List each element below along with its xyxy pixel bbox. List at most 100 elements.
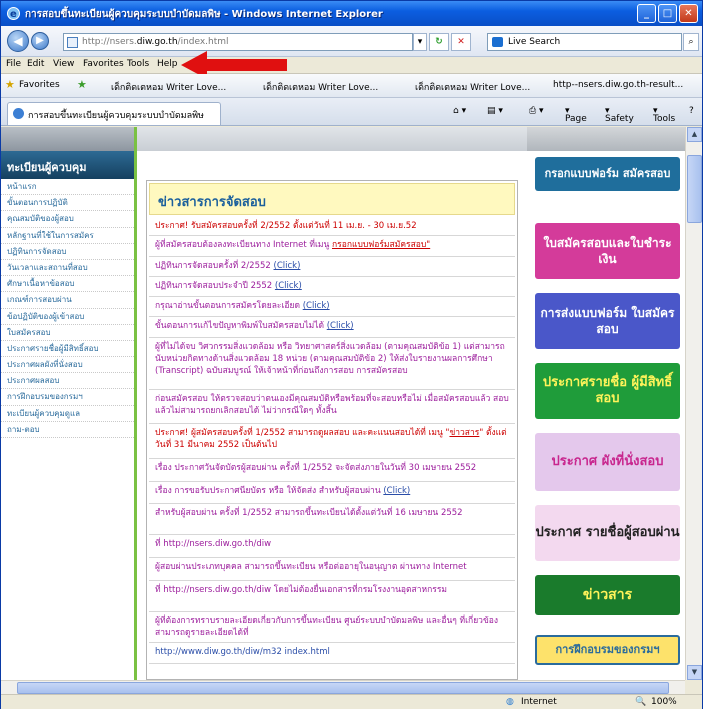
news-item-text: ที่ http://nsers.diw.go.th/diw โดยไม่ต้อ… bbox=[155, 585, 447, 595]
favorites-link-2[interactable]: เด็กติดเตหอม Writer Love... bbox=[263, 80, 378, 94]
tools-menu[interactable]: Tools ▾ bbox=[653, 106, 675, 124]
news-item-text: กรุณาอ่านขั้นตอนการสมัครโดยละเอียด bbox=[155, 301, 303, 311]
maximize-button[interactable]: □ bbox=[658, 4, 677, 23]
search-input[interactable]: Live Search bbox=[487, 33, 682, 51]
news-item-text: ผู้สอบผ่านประเภทบุคคล สามารถขึ้นทะเบียน … bbox=[155, 562, 467, 572]
help-icon[interactable]: ? bbox=[689, 106, 694, 116]
refresh-icon[interactable]: ↻ bbox=[429, 33, 449, 51]
tools-menu-label: Tools bbox=[653, 114, 676, 124]
news-item: ปฏิทินการจัดสอบประจำปี 2552 (Click) bbox=[149, 278, 515, 297]
url-input[interactable]: http://nsers.diw.go.th/index.html bbox=[63, 33, 413, 51]
add-favorite-icon[interactable]: ★ bbox=[77, 78, 87, 91]
favorites-label[interactable]: Favorites bbox=[19, 80, 60, 90]
sidebar-item[interactable]: ขั้นตอนการปฏิบัติ bbox=[1, 195, 134, 212]
sidebar-item[interactable]: ปฏิทินการจัดสอบ bbox=[1, 244, 134, 260]
news-item-link[interactable]: ข่าวสาร bbox=[449, 428, 479, 438]
news-item: ปฏิทินการจัดสอบครั้งที่ 2/2552 (Click) bbox=[149, 258, 515, 277]
vertical-scroll-thumb[interactable] bbox=[687, 155, 702, 223]
right-top-band bbox=[527, 127, 685, 151]
vertical-scrollbar[interactable]: ▲ ▼ bbox=[685, 127, 702, 680]
menu-favorites[interactable]: Favorites bbox=[83, 59, 124, 69]
stop-icon[interactable]: ✕ bbox=[451, 33, 471, 51]
banner-link[interactable]: ใบสมัครสอบและใบชำระเงิน bbox=[535, 223, 680, 279]
window-title: การสอบขึ้นทะเบียนผู้ควบคุมระบบบำบัดมลพิษ… bbox=[25, 9, 383, 20]
forward-button[interactable]: ▶ bbox=[31, 32, 49, 50]
right-banners: กรอกแบบฟอร์ม สมัครสอบใบสมัครสอบและใบชำระ… bbox=[527, 127, 685, 680]
nav-heading: ทะเบียนผู้ควบคุม bbox=[1, 151, 134, 179]
close-button[interactable]: ✕ bbox=[679, 4, 698, 23]
back-button[interactable]: ◀ bbox=[7, 30, 29, 52]
banner-link[interactable]: ข่าวสาร bbox=[535, 575, 680, 615]
tab-label: การสอบขึ้นทะเบียนผู้ควบคุมระบบบำบัดมลพิษ bbox=[28, 111, 204, 121]
title-bar[interactable]: e การสอบขึ้นทะเบียนผู้ควบคุมระบบบำบัดมลพ… bbox=[1, 1, 702, 26]
horizontal-scroll-thumb[interactable] bbox=[17, 682, 669, 694]
sidebar-item[interactable]: ถาม-ตอบ bbox=[1, 422, 134, 438]
search-icon[interactable]: ⌕ bbox=[683, 33, 699, 51]
safety-menu[interactable]: Safety ▾ bbox=[605, 106, 634, 124]
url-suffix: /index.html bbox=[177, 37, 229, 47]
scroll-up-icon[interactable]: ▲ bbox=[687, 127, 702, 142]
mid-top-band bbox=[137, 127, 527, 151]
news-item: ผู้ที่ต้องการทราบรายละเอียดเกี่ยวกับการข… bbox=[149, 613, 515, 643]
home-icon[interactable]: ⌂ ▾ bbox=[453, 106, 466, 116]
news-item-link[interactable]: กรอกแบบฟอร์มสมัครสอบ" bbox=[332, 240, 430, 250]
url-domain: diw.go.th bbox=[136, 37, 178, 47]
news-item-link[interactable]: (Click) bbox=[275, 281, 302, 291]
menu-help[interactable]: Help bbox=[157, 59, 178, 69]
url-dropdown-button[interactable]: ▾ bbox=[413, 33, 427, 51]
zoom-icon[interactable]: 🔍 bbox=[635, 697, 646, 707]
safety-menu-label: Safety bbox=[605, 114, 634, 124]
news-item-text: ผู้ที่ต้องการทราบรายละเอียดเกี่ยวกับการข… bbox=[155, 616, 499, 638]
menu-edit[interactable]: Edit bbox=[27, 59, 44, 69]
sidebar-item[interactable]: คุณสมบัติของผู้สอบ bbox=[1, 211, 134, 228]
favorites-link-4[interactable]: http--nsers.diw.go.th-result... bbox=[553, 80, 683, 90]
banner-link[interactable]: ประกาศ รายชื่อผู้สอบผ่าน bbox=[535, 505, 680, 561]
news-item: http://www.diw.go.th/diw/m32 index.html bbox=[149, 644, 515, 664]
favorites-link-1[interactable]: เด็กติดเตหอม Writer Love... bbox=[111, 80, 226, 94]
main-column: ข่าวสารการจัดสอบ ประกาศ! รับสมัครสอบครั้… bbox=[137, 127, 527, 680]
zoom-level[interactable]: 100% bbox=[651, 697, 677, 707]
minimize-button[interactable]: _ bbox=[637, 4, 656, 23]
news-item-text: http://www.diw.go.th/diw/m32 index.html bbox=[155, 647, 330, 657]
favorites-link-3[interactable]: เด็กติดเตหอม Writer Love... bbox=[415, 80, 530, 94]
news-item-link[interactable]: (Click) bbox=[327, 321, 354, 331]
sidebar-item[interactable]: เกณฑ์การสอบผ่าน bbox=[1, 292, 134, 309]
sidebar-item[interactable]: หน้าแรก bbox=[1, 179, 134, 196]
news-item-link[interactable]: (Click) bbox=[383, 486, 410, 496]
menu-tools[interactable]: Tools bbox=[127, 59, 149, 69]
sidebar-item[interactable]: ประกาศผลสอบ bbox=[1, 373, 134, 390]
sidebar-item[interactable]: วันเวลาและสถานที่สอบ bbox=[1, 260, 134, 277]
banner-link[interactable]: การส่งแบบฟอร์ม ใบสมัครสอบ bbox=[535, 293, 680, 349]
sidebar-item[interactable]: หลักฐานที่ใช้ในการสมัคร bbox=[1, 228, 134, 244]
menu-bar: File Edit View Favorites Tools Help bbox=[1, 57, 702, 74]
banner-link[interactable]: ประกาศ ผังที่นั่งสอบ bbox=[535, 433, 680, 491]
sidebar-item[interactable]: ประกาศรายชื่อผู้มีสิทธิ์สอบ bbox=[1, 341, 134, 358]
ie-logo-icon: e bbox=[6, 6, 21, 21]
sidebar-item[interactable]: การฝึกอบรมของกรมฯ bbox=[1, 389, 134, 406]
menu-view[interactable]: View bbox=[53, 59, 74, 69]
banner-link[interactable]: กรอกแบบฟอร์ม สมัครสอบ bbox=[535, 157, 680, 191]
news-item: กรุณาอ่านขั้นตอนการสมัครโดยละเอียด (Clic… bbox=[149, 298, 515, 317]
scroll-down-icon[interactable]: ▼ bbox=[687, 665, 702, 680]
sidebar-item[interactable]: ข้อปฏิบัติของผู้เข้าสอบ bbox=[1, 309, 134, 325]
tab-page-icon bbox=[13, 108, 24, 119]
banner-link[interactable]: การฝึกอบรมของกรมฯ bbox=[535, 635, 680, 665]
news-item-text: ปฏิทินการจัดสอบครั้งที่ 2/2552 bbox=[155, 261, 274, 271]
feeds-icon[interactable]: ▤ ▾ bbox=[487, 106, 503, 116]
menu-file[interactable]: File bbox=[6, 59, 21, 69]
banner-link[interactable]: ประกาศรายชื่อ ผู้มีสิทธิ์สอบ bbox=[535, 363, 680, 419]
sidebar-item[interactable]: ศักษาเนื้อหาข้อสอบ bbox=[1, 276, 134, 293]
print-icon[interactable]: ⎙ ▾ bbox=[529, 106, 544, 116]
address-bar: ◀ ▶ http://nsers.diw.go.th/index.html ▾ … bbox=[1, 26, 702, 57]
page-menu[interactable]: Page ▾ bbox=[565, 106, 587, 124]
sidebar-item[interactable]: ทะเบียนผู้ควบคุมดูแล bbox=[1, 406, 134, 422]
news-item-link[interactable]: (Click) bbox=[274, 261, 301, 271]
news-item-link[interactable]: (Click) bbox=[303, 301, 330, 311]
news-heading: ข่าวสารการจัดสอบ bbox=[149, 183, 515, 215]
horizontal-scrollbar[interactable] bbox=[1, 680, 685, 694]
news-item: ประกาศ! ผู้สมัครสอบครั้งที่ 1/2552 สามาร… bbox=[149, 425, 515, 459]
sidebar-item[interactable]: ประกาศผลผังที่นั่งสอบ bbox=[1, 357, 134, 374]
news-item: เรื่อง การขอรับประกาศนียบัตร หรือ ให้จัด… bbox=[149, 483, 515, 504]
sidebar-item[interactable]: ใบสมัครสอบ bbox=[1, 325, 134, 341]
tab-current[interactable]: การสอบขึ้นทะเบียนผู้ควบคุมระบบบำบัดมลพิษ bbox=[7, 102, 221, 125]
